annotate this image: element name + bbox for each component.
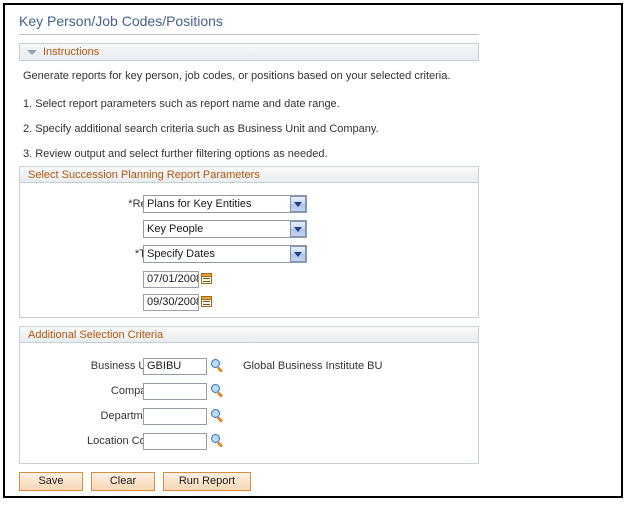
input-from-date[interactable]: 07/01/2008 <box>143 271 199 288</box>
input-company[interactable] <box>143 383 207 400</box>
page-body: Key Person/Job Codes/Positions Instructi… <box>5 5 621 496</box>
search-lookup-icon[interactable] <box>211 434 224 448</box>
clear-button[interactable]: Clear <box>91 471 155 491</box>
additional-criteria-header: Additional Selection Criteria <box>19 326 479 343</box>
calendar-icon[interactable] <box>201 273 212 284</box>
additional-criteria-header-label: Additional Selection Criteria <box>28 328 164 341</box>
select-time-frame[interactable]: Specify Dates <box>143 245 307 263</box>
search-lookup-icon[interactable] <box>211 409 224 423</box>
triangle-down-icon[interactable] <box>27 49 37 55</box>
page-title: Key Person/Job Codes/Positions <box>19 13 223 29</box>
instruction-step-1: 1. Select report parameters such as repo… <box>23 98 340 110</box>
application-window: Key Person/Job Codes/Positions Instructi… <box>3 3 623 498</box>
run-report-button[interactable]: Run Report <box>163 471 251 491</box>
report-parameters-fields: *Report Name Plans for Key Entities *Key… <box>20 183 478 316</box>
instruction-step-3: 3. Review output and select further filt… <box>23 148 328 160</box>
input-to-date[interactable]: 09/30/2008 <box>143 294 199 311</box>
instruction-text-intro: Generate reports for key person, job cod… <box>23 70 451 82</box>
save-button[interactable]: Save <box>19 471 83 491</box>
select-time-frame-value: Specify Dates <box>147 248 215 260</box>
input-location-code[interactable] <box>143 433 207 450</box>
business-unit-description: Global Business Institute BU <box>243 360 383 372</box>
input-department[interactable] <box>143 408 207 425</box>
additional-criteria-fields: Business Unit GBIBU Global Business Inst… <box>20 343 478 462</box>
select-report-name[interactable]: Plans for Key Entities <box>143 195 307 213</box>
additional-criteria-groupbox: Additional Selection Criteria Business U… <box>19 326 479 464</box>
title-divider <box>19 34 479 35</box>
chevron-down-icon[interactable] <box>290 196 306 212</box>
search-lookup-icon[interactable] <box>211 359 224 373</box>
instructions-header-label: Instructions <box>43 46 100 58</box>
search-lookup-icon[interactable] <box>211 384 224 398</box>
calendar-icon[interactable] <box>201 296 212 307</box>
chevron-down-icon[interactable] <box>290 246 306 262</box>
input-business-unit[interactable]: GBIBU <box>143 358 207 375</box>
select-key-entity-value: Key People <box>147 223 204 235</box>
chevron-down-icon[interactable] <box>290 221 306 237</box>
report-parameters-header-label: Select Succession Planning Report Parame… <box>28 168 260 181</box>
select-report-name-value: Plans for Key Entities <box>147 198 252 210</box>
select-key-entity[interactable]: Key People <box>143 220 307 238</box>
report-parameters-groupbox: Select Succession Planning Report Parame… <box>19 166 479 318</box>
action-button-bar: Save Clear Run Report <box>19 471 251 491</box>
instruction-step-2: 2. Specify additional search criteria su… <box>23 123 379 135</box>
report-parameters-header: Select Succession Planning Report Parame… <box>19 166 479 183</box>
instructions-section-header[interactable]: Instructions <box>19 43 479 61</box>
